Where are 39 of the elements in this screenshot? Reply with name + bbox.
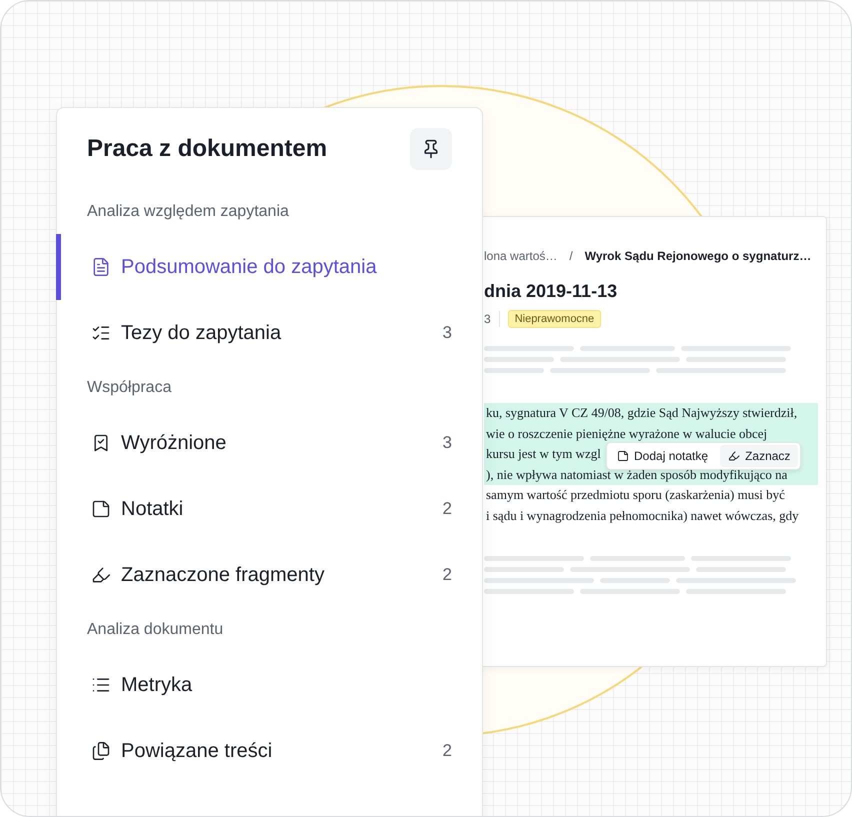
item-count: 2 — [442, 741, 452, 761]
sidebar-item[interactable]: Wyróżnione 3 — [56, 410, 482, 476]
item-label: Wyróżnione — [121, 432, 228, 454]
panel-title: Praca z dokumentem — [87, 135, 328, 163]
sidebar-item[interactable]: Metryka — [56, 652, 482, 718]
highlighter-icon — [728, 450, 740, 462]
document-meta: 3 — [484, 312, 491, 326]
sidebar-item[interactable]: Tezy do zapytania 3 — [56, 300, 482, 366]
sidebar-item[interactable]: Powiązane treści 2 — [56, 718, 482, 784]
item-count: 3 — [442, 433, 452, 453]
note-icon — [91, 499, 111, 519]
highlighter-icon — [91, 565, 111, 585]
breadcrumb-link[interactable]: Wyrok Sądu Rejonowego o sygnaturz… — [584, 249, 812, 263]
status-badge: Nieprawomocne — [508, 310, 602, 328]
sidebar-item[interactable]: Zaznaczone fragmenty 2 — [56, 542, 482, 608]
document-icon — [91, 257, 111, 277]
highlight-button[interactable]: Zaznacz — [720, 445, 798, 467]
sidebar-item[interactable]: Podsumowanie do zapytania — [56, 234, 482, 300]
item-label: Notatki — [121, 498, 184, 520]
document-title: dnia 2019-11-13 — [484, 281, 618, 302]
item-label: Zaznaczone fragmenty — [121, 564, 326, 586]
breadcrumb-link[interactable]: lona wartoś… — [484, 249, 558, 263]
item-count: 2 — [442, 565, 452, 585]
item-label: Podsumowanie do zapytania — [121, 256, 378, 278]
item-label: Metryka — [121, 674, 194, 696]
sidebar-item[interactable]: Notatki 2 — [56, 476, 482, 542]
document-text-line: samym wartość przedmiotu sporu (zaskarżenia) musi być — [485, 486, 786, 504]
section-label: Analiza dokumentu — [86, 620, 224, 640]
pin-button[interactable] — [410, 128, 452, 170]
documents-icon — [91, 741, 111, 761]
section-label: Współpraca — [86, 378, 172, 398]
item-count: 2 — [442, 499, 452, 519]
item-label: Tezy do zapytania — [121, 322, 282, 344]
document-text-line: i sądu i wynagrodzenia pełnomocnika) nawet wówczas, gdy — [485, 506, 800, 525]
section-label: Analiza względem zapytania — [86, 202, 290, 222]
item-count: 3 — [442, 323, 452, 343]
note-icon — [617, 450, 629, 462]
item-label: Powiązane treści — [121, 740, 274, 762]
breadcrumb-separator: / — [569, 249, 573, 263]
